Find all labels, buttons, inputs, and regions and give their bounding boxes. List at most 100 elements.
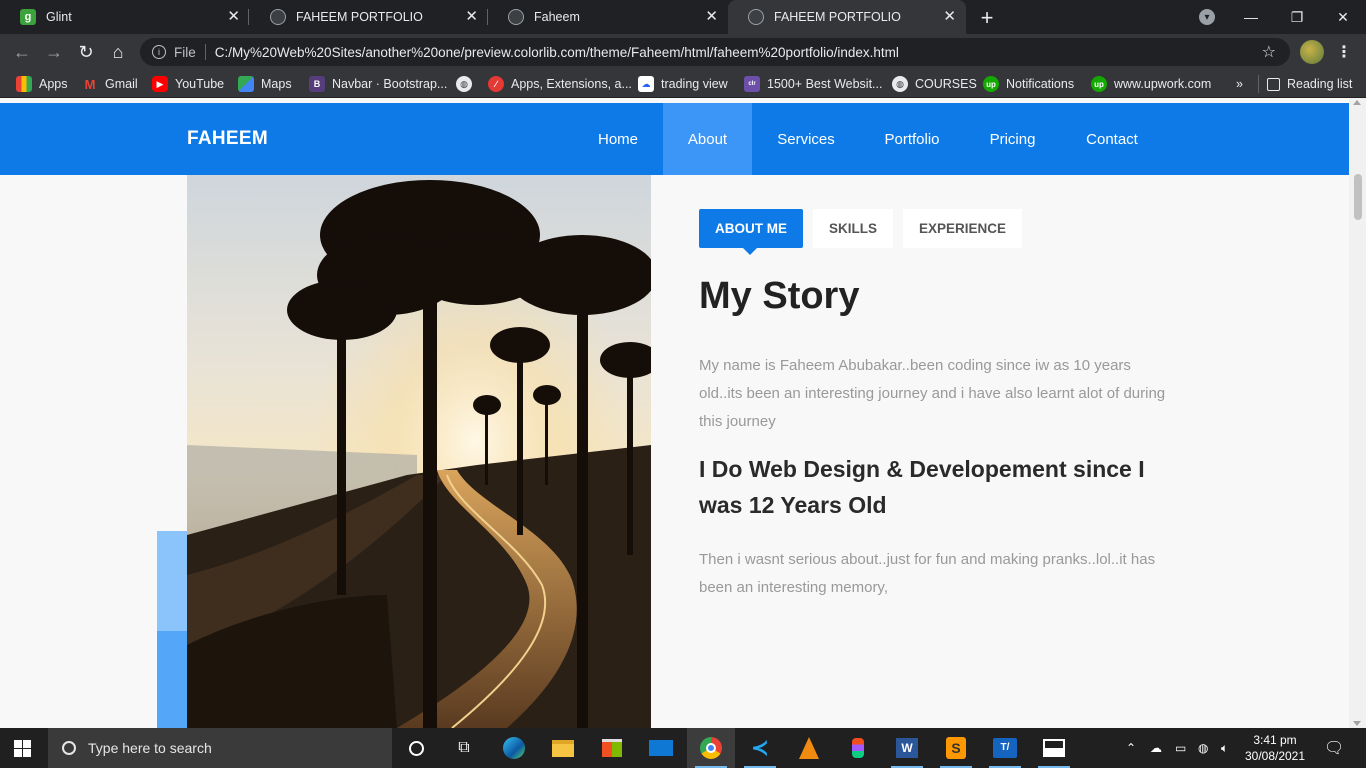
- vlc-icon[interactable]: [785, 728, 833, 768]
- new-tab-icon[interactable]: +: [976, 5, 998, 31]
- page-scrollbar[interactable]: [1349, 98, 1366, 728]
- close-icon[interactable]: ✕: [465, 9, 478, 25]
- restore-icon[interactable]: ❐: [1274, 0, 1320, 34]
- onedrive-icon[interactable]: ☁: [1150, 728, 1162, 768]
- forward-icon[interactable]: →: [43, 41, 65, 63]
- bookmarks-overflow-icon[interactable]: »: [1236, 75, 1243, 93]
- bookmark-label: YouTube: [175, 77, 225, 91]
- windows-start-icon[interactable]: [14, 740, 31, 757]
- tab-experience[interactable]: EXPERIENCE: [903, 209, 1023, 248]
- home-icon[interactable]: ⌂: [107, 41, 129, 63]
- typora-icon[interactable]: T/: [981, 728, 1029, 768]
- bootstrap-icon: B: [309, 76, 325, 92]
- palm-road-photo: [187, 175, 651, 728]
- chrome-icon[interactable]: [687, 728, 735, 768]
- notifications-icon[interactable]: 🗨︎: [1324, 728, 1344, 768]
- taskbar-search[interactable]: Type here to search: [48, 728, 392, 768]
- tab-search-icon[interactable]: ▾: [1199, 9, 1215, 25]
- close-icon[interactable]: ✕: [943, 9, 956, 25]
- apps-grid-icon: [16, 76, 32, 92]
- nav-services[interactable]: Services: [762, 103, 850, 175]
- clock-date: 30/08/2021: [1244, 749, 1306, 763]
- site-brand[interactable]: FAHEEM: [187, 128, 268, 150]
- tab-title: FAHEEM PORTFOLIO: [774, 10, 901, 24]
- edge-icon[interactable]: [490, 728, 538, 768]
- nav-portfolio[interactable]: Portfolio: [872, 103, 952, 175]
- minimize-icon[interactable]: —: [1228, 0, 1274, 34]
- browser-tab-glint[interactable]: g Glint ✕: [0, 0, 250, 34]
- window-close-icon[interactable]: ✕: [1320, 0, 1366, 34]
- decorative-accent-block: [157, 631, 187, 728]
- globe-icon: [508, 9, 524, 25]
- browser-tab-bar: g Glint ✕ FAHEEM PORTFOLIO ✕ Faheem ✕ FA…: [0, 0, 1366, 34]
- nav-contact[interactable]: Contact: [1073, 103, 1151, 175]
- system-clock[interactable]: 3:41 pm 30/08/2021: [1240, 732, 1310, 764]
- bookmark-gmail[interactable]: M Gmail: [82, 75, 138, 93]
- bookmark-upwork[interactable]: up www.upwork.com: [1091, 75, 1211, 93]
- browser-menu-icon[interactable]: ⋮: [1336, 42, 1352, 62]
- bookmark-maps[interactable]: Maps: [238, 75, 292, 93]
- globe-icon: [270, 9, 286, 25]
- scrollbar-thumb[interactable]: [1354, 174, 1362, 220]
- tab-skills[interactable]: SKILLS: [813, 209, 894, 248]
- tab-separator: [248, 9, 249, 25]
- browser-toolbar: ← → ↻ ⌂ i File C:/My%20Web%20Sites/anoth…: [0, 34, 1366, 70]
- task-view-icon[interactable]: ⧉: [440, 728, 488, 768]
- info-icon[interactable]: i: [152, 45, 166, 59]
- address-bar[interactable]: i File C:/My%20Web%20Sites/another%20one…: [140, 38, 1290, 66]
- nav-home[interactable]: Home: [578, 103, 658, 175]
- bookmark-courses[interactable]: ◍ COURSES: [892, 75, 977, 93]
- youtube-icon: ▶: [152, 76, 168, 92]
- bookmark-label: Apps, Extensions, a...: [511, 77, 632, 91]
- tab-title: FAHEEM PORTFOLIO: [296, 10, 423, 24]
- reading-list-icon: [1267, 77, 1280, 91]
- maps-icon: [238, 76, 254, 92]
- bookmark-colorlib[interactable]: clr 1500+ Best Websit...: [744, 75, 882, 93]
- reading-list-label: Reading list: [1287, 77, 1353, 91]
- reload-icon[interactable]: ↻: [75, 41, 97, 63]
- word-icon[interactable]: W: [883, 728, 931, 768]
- sublime-icon[interactable]: S: [932, 728, 980, 768]
- close-icon[interactable]: ✕: [705, 9, 718, 25]
- back-icon[interactable]: ←: [11, 41, 33, 63]
- bookmark-apps-extensions[interactable]: ∕ Apps, Extensions, a...: [488, 75, 632, 93]
- nav-about[interactable]: About: [663, 103, 752, 175]
- scroll-down-icon[interactable]: [1353, 721, 1361, 726]
- colorlib-icon: clr: [744, 76, 760, 92]
- bookmark-bootstrap[interactable]: B Navbar · Bootstrap...: [309, 75, 447, 93]
- vscode-icon[interactable]: ≺: [736, 728, 784, 768]
- bookmark-star-icon[interactable]: ☆: [1262, 42, 1276, 62]
- store-icon[interactable]: [588, 728, 636, 768]
- cortana-icon[interactable]: [392, 728, 440, 768]
- bookmark-label: Navbar · Bootstrap...: [332, 77, 448, 91]
- volume-icon[interactable]: 🔈︎: [1221, 728, 1228, 768]
- glint-icon: g: [20, 9, 36, 25]
- photos-icon[interactable]: [1030, 728, 1078, 768]
- about-tabs: ABOUT ME SKILLS EXPERIENCE: [699, 209, 1023, 255]
- bookmark-globe[interactable]: ◍: [456, 75, 479, 93]
- profile-avatar[interactable]: [1300, 40, 1324, 64]
- bookmark-youtube[interactable]: ▶ YouTube: [152, 75, 224, 93]
- bookmark-apps[interactable]: Apps: [16, 75, 68, 93]
- scroll-up-icon[interactable]: [1353, 100, 1361, 105]
- site-navbar: FAHEEM Home About Services Portfolio Pri…: [0, 103, 1349, 175]
- bookmark-tradingview[interactable]: ☁ trading view: [638, 75, 728, 93]
- bookmark-label: trading view: [661, 77, 728, 91]
- close-icon[interactable]: ✕: [227, 9, 240, 25]
- browser-tab-faheem-portfolio[interactable]: FAHEEM PORTFOLIO ✕: [250, 0, 488, 34]
- battery-icon[interactable]: ▭: [1175, 728, 1186, 768]
- mail-icon[interactable]: [637, 728, 685, 768]
- file-explorer-icon[interactable]: [539, 728, 587, 768]
- figma-icon[interactable]: [834, 728, 882, 768]
- address-url[interactable]: C:/My%20Web%20Sites/another%20one/previe…: [215, 45, 899, 60]
- network-icon[interactable]: ◍: [1198, 728, 1208, 768]
- bookmark-notifications[interactable]: up Notifications: [983, 75, 1074, 93]
- browser-tab-faheem[interactable]: Faheem ✕: [488, 0, 728, 34]
- bookmark-label: Apps: [39, 77, 68, 91]
- tray-overflow-icon[interactable]: ⌃: [1126, 728, 1136, 768]
- nav-pricing[interactable]: Pricing: [975, 103, 1050, 175]
- browser-tab-active[interactable]: FAHEEM PORTFOLIO ✕: [728, 0, 966, 34]
- tab-title: Faheem: [534, 10, 580, 24]
- tab-about-me[interactable]: ABOUT ME: [699, 209, 803, 255]
- reading-list[interactable]: Reading list: [1267, 75, 1352, 93]
